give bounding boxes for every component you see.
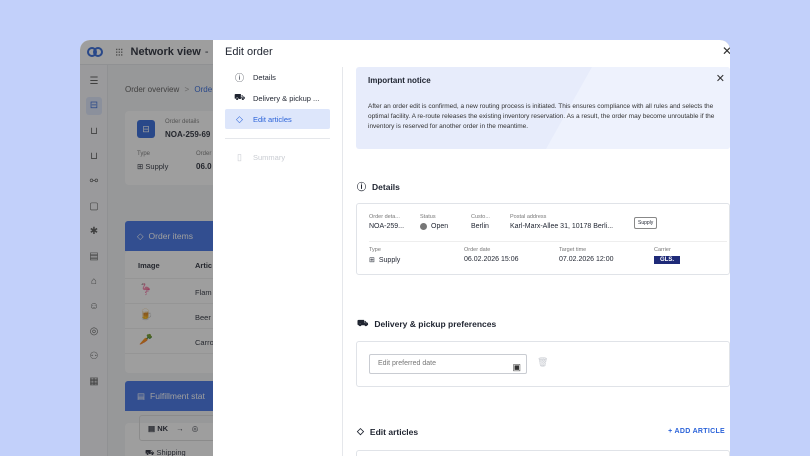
field-value: 06.02.2026 15:06 bbox=[464, 256, 519, 263]
truck-icon: ⛟ bbox=[357, 318, 369, 328]
stepper: ⓘ Details ⛟ Delivery & pickup ... ◇ Edit ar… bbox=[213, 67, 343, 456]
field-value: 07.02.2026 12:00 bbox=[559, 256, 614, 263]
details-heading: ⓘ Details bbox=[357, 180, 400, 193]
target-time-field: Target time 07.02.2026 12:00 bbox=[559, 247, 644, 263]
step-delivery[interactable]: ⛟ Delivery & pickup ... bbox=[225, 88, 330, 108]
modal-title: Edit order bbox=[225, 46, 273, 58]
postal-field: Postal address Karl-Marx-Allee 31, 10178 … bbox=[510, 214, 622, 230]
status-field: Status Open bbox=[420, 214, 462, 230]
field-value: Karl-Marx-Allee 31, 10178 Berli... bbox=[510, 223, 614, 230]
field-label: Order date bbox=[464, 247, 491, 253]
add-article-button[interactable]: + ADD ARTICLE bbox=[668, 428, 725, 435]
field-value: Supply bbox=[378, 256, 401, 264]
field-label: Carrier bbox=[654, 247, 671, 253]
preferred-date-input[interactable]: Edit preferred date ▣ bbox=[369, 354, 527, 374]
delivery-panel: Edit preferred date ▣ 🗑 bbox=[356, 341, 730, 387]
notice-text: After an order edit is confirmed, a new … bbox=[368, 103, 715, 130]
type-chip: Supply bbox=[634, 217, 658, 229]
date-placeholder: Edit preferred date bbox=[378, 360, 436, 367]
edit-order-modal: Edit order ✕ ⓘ Details ⛟ Delivery & pickup… bbox=[213, 40, 730, 456]
step-label: Summary bbox=[253, 152, 286, 162]
carrier-field: Carrier GLS. bbox=[654, 247, 724, 264]
summary-icon: ▯ bbox=[237, 151, 242, 162]
close-icon[interactable]: ✕ bbox=[716, 72, 725, 85]
step-summary: ▯ Summary bbox=[225, 147, 330, 167]
step-details[interactable]: ⓘ Details bbox=[225, 67, 330, 87]
field-value: Open bbox=[431, 223, 449, 230]
tag-icon: ◇ bbox=[236, 113, 243, 124]
tag-icon: ◇ bbox=[357, 426, 364, 436]
supply-icon: ⊞ bbox=[369, 257, 375, 264]
important-notice: Important notice ✕ After an order edit i… bbox=[356, 67, 730, 149]
delivery-title: Delivery & pickup preferences bbox=[374, 319, 497, 329]
field-label: Order deta... bbox=[369, 214, 400, 220]
type-field: Type ⊞ Supply bbox=[369, 247, 449, 264]
status-dot bbox=[420, 223, 427, 230]
type-value: ⊞ Supply bbox=[369, 256, 449, 265]
step-label: Delivery & pickup ... bbox=[253, 93, 320, 103]
details-divider bbox=[369, 241, 727, 242]
field-value: Berlin bbox=[471, 223, 489, 230]
step-edit-articles[interactable]: ◇ Edit articles bbox=[225, 109, 330, 129]
steps-divider bbox=[225, 138, 330, 139]
notice-title: Important notice bbox=[368, 76, 431, 85]
field-label: Postal address bbox=[510, 214, 547, 220]
field-label: Target time bbox=[559, 247, 587, 253]
info-icon: ⓘ bbox=[234, 72, 244, 83]
app-window: ⁝⁝⁝ Network view - ☰ ⊟ ⊔ ⊔ ⚯ ▢ ✱ ▤ ⌂ ☺ ◎… bbox=[80, 40, 730, 456]
modal-content: Important notice ✕ After an order edit i… bbox=[356, 67, 730, 456]
truck-icon: ⛟ bbox=[234, 92, 246, 102]
close-icon[interactable]: ✕ bbox=[722, 44, 730, 58]
trash-icon: 🗑 bbox=[537, 357, 549, 367]
info-icon: ⓘ bbox=[357, 182, 367, 192]
step-label: Edit articles bbox=[253, 114, 292, 124]
field-label: Type bbox=[369, 247, 381, 253]
carrier-logo: GLS. bbox=[654, 256, 681, 264]
order-date-field: Order date 06.02.2026 15:06 bbox=[464, 247, 549, 263]
field-value: NOA-259... bbox=[369, 223, 405, 230]
details-title: Details bbox=[372, 181, 400, 192]
status-value: Open bbox=[420, 223, 462, 230]
details-panel: Order deta... NOA-259... Status Open Custo… bbox=[356, 203, 730, 275]
articles-panel bbox=[356, 450, 730, 456]
field-label: Status bbox=[420, 214, 436, 220]
delivery-heading: ⛟ Delivery & pickup preferences bbox=[357, 318, 496, 330]
order-details-field: Order deta... NOA-259... bbox=[369, 214, 411, 230]
calendar-icon[interactable]: ▣ bbox=[512, 358, 521, 376]
customer-field: Custo... Berlin bbox=[471, 214, 503, 230]
articles-title: Edit articles bbox=[369, 426, 419, 437]
articles-heading: ◇ Edit articles bbox=[357, 426, 418, 437]
field-label: Custo... bbox=[471, 214, 490, 220]
step-label: Details bbox=[253, 72, 276, 82]
